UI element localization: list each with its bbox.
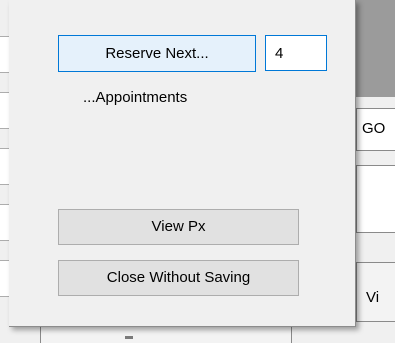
appointments-label: ...Appointments — [83, 89, 188, 106]
background-dark-panel — [356, 0, 395, 97]
background-text-field[interactable] — [356, 165, 395, 233]
close-without-saving-button[interactable]: Close Without Saving — [58, 260, 299, 296]
appointment-count-input[interactable] — [265, 35, 327, 71]
view-px-button[interactable]: View Px — [58, 209, 299, 245]
background-view-button[interactable]: Vi — [356, 262, 395, 322]
reserve-next-button[interactable]: Reserve Next... — [58, 35, 256, 72]
background-go-button[interactable]: GO — [356, 108, 395, 151]
background-go-button-label: GO — [362, 120, 386, 137]
background-bottom-button-text-fragment — [125, 336, 133, 339]
background-view-button-label: Vi — [366, 289, 380, 306]
reserve-appointments-popup: Reserve Next... ...Appointments View Px … — [9, 0, 356, 327]
screen: GO Vi Reserve Next... ...Appointments Vi… — [0, 0, 395, 343]
